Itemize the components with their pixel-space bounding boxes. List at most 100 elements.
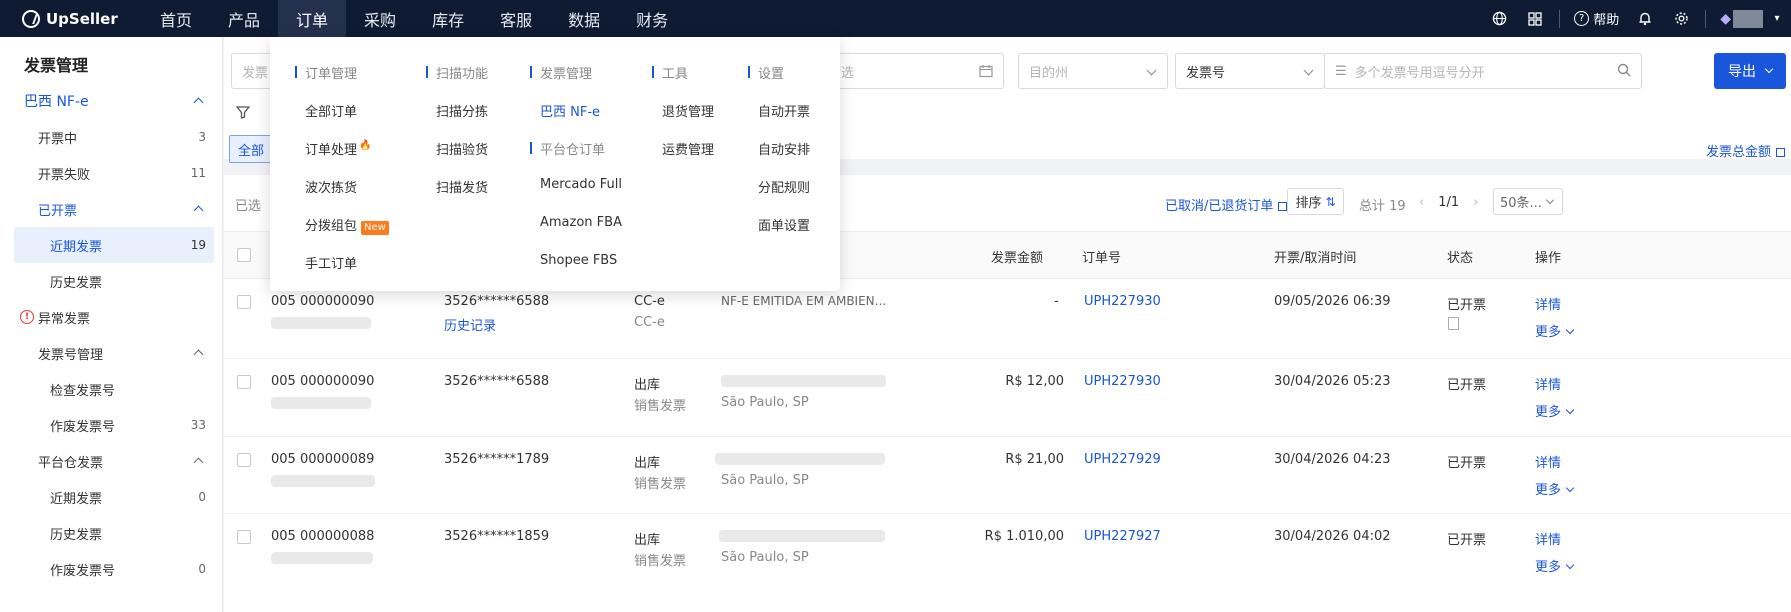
gear-icon[interactable] <box>1673 11 1689 27</box>
chevron-up-icon <box>193 97 204 108</box>
globe-icon[interactable] <box>1491 11 1507 27</box>
sidebar-item-abnormal-invoices[interactable]: ! 异常发票 <box>0 299 222 335</box>
more-dropdown[interactable]: 更多 <box>1535 479 1575 498</box>
nav-finance[interactable]: 财务 <box>618 0 686 37</box>
sidebar-item-platform-history[interactable]: 历史发票 <box>0 515 222 551</box>
search-icon[interactable] <box>1617 63 1631 81</box>
cancelled-orders-label: 已取消/已退货订单 <box>1165 199 1274 214</box>
count-badge: 0 <box>198 562 206 576</box>
history-record-link[interactable]: 历史记录 <box>444 315 496 334</box>
more-dropdown[interactable]: 更多 <box>1535 556 1575 575</box>
nav-data[interactable]: 数据 <box>550 0 618 37</box>
row-checkbox[interactable] <box>237 453 251 467</box>
next-page-icon[interactable]: › <box>1473 195 1478 210</box>
sidebar-item-issuing[interactable]: 开票中 3 <box>0 119 222 155</box>
sidebar-item-number-management[interactable]: 发票号管理 <box>0 335 222 371</box>
menu-item-manual-orders[interactable]: 手工订单 <box>305 253 357 272</box>
nav-purchase[interactable]: 采购 <box>346 0 414 37</box>
menu-item-shipping-fees[interactable]: 运费管理 <box>662 139 714 158</box>
nav-orders[interactable]: 订单 <box>278 0 347 37</box>
menu-item-allocation-rules[interactable]: 分配规则 <box>758 177 810 196</box>
bell-icon[interactable] <box>1637 11 1653 27</box>
more-dropdown[interactable]: 更多 <box>1535 401 1575 420</box>
menu-item-scan-ship[interactable]: 扫描发货 <box>436 177 488 196</box>
count-badge: 3 <box>198 130 206 144</box>
nav-customer-service[interactable]: 客服 <box>482 0 550 37</box>
sidebar-item-platform-void[interactable]: 作废发票号 0 <box>0 551 222 587</box>
menu-item-auto-invoice[interactable]: 自动开票 <box>758 101 810 120</box>
sidebar-item-label: 历史发票 <box>50 275 103 291</box>
table-row: 005 000000090 3526******6588 出库 销售发票 São… <box>224 359 1791 437</box>
document-search-icon[interactable] <box>1448 317 1459 330</box>
sidebar-item-failed[interactable]: 开票失败 11 <box>0 155 222 191</box>
menu-item-shopee-fbs[interactable]: Shopee FBS <box>540 253 617 268</box>
invoice-number: 005 000000090 <box>271 294 375 309</box>
help-button[interactable]: ? 帮助 <box>1574 9 1619 28</box>
select-all-checkbox[interactable] <box>237 248 251 262</box>
menu-item-returns[interactable]: 退货管理 <box>662 101 714 120</box>
cancelled-orders-link[interactable]: 已取消/已退货订单 <box>1165 195 1288 214</box>
tab-all-label: 全部 <box>238 143 265 159</box>
detail-link[interactable]: 详情 <box>1535 452 1561 471</box>
sidebar-item-history-invoices[interactable]: 历史发票 <box>0 263 222 299</box>
nav-divider <box>1705 9 1707 28</box>
sidebar-item-check-number[interactable]: 检查发票号 <box>0 371 222 407</box>
menu-item-scan-inspect[interactable]: 扫描验货 <box>436 139 488 158</box>
tab-all[interactable]: 全部 <box>229 135 275 163</box>
sidebar-item-void-number[interactable]: 作废发票号 33 <box>0 407 222 443</box>
chevron-down-icon <box>1303 65 1314 76</box>
menu-item-all-orders[interactable]: 全部订单 <box>305 101 357 120</box>
row-checkbox[interactable] <box>237 375 251 389</box>
row-checkbox[interactable] <box>237 530 251 544</box>
sidebar-item-platform-recent[interactable]: 近期发票 0 <box>0 479 222 515</box>
sidebar-item-recent-invoices[interactable]: 近期发票 19 <box>14 227 214 263</box>
menu-item-scan-sort[interactable]: 扫描分拣 <box>436 101 488 120</box>
sidebar-item-brazil-nfe[interactable]: 巴西 NF-e <box>0 83 222 119</box>
menu-item-amazon-fba[interactable]: Amazon FBA <box>540 215 622 230</box>
order-number-link[interactable]: UPH227929 <box>1084 452 1161 467</box>
menu-item-auto-arrange[interactable]: 自动安排 <box>758 139 810 158</box>
menu-heading-settings: 设置 <box>747 63 784 82</box>
row-checkbox[interactable] <box>237 295 251 309</box>
nav-divider <box>1559 9 1561 28</box>
apps-grid-icon[interactable] <box>1527 11 1543 27</box>
invoice-total-amount-link[interactable]: 发票总金额 <box>1706 141 1785 160</box>
destination-state-select[interactable]: 目的州 <box>1018 53 1168 89</box>
invoice-type: 出库 <box>634 533 661 548</box>
export-label: 导出 <box>1728 64 1756 80</box>
more-dropdown[interactable]: 更多 <box>1535 321 1575 340</box>
page-size-select[interactable]: 50条... <box>1493 188 1563 215</box>
invoice-type: 出库 <box>634 456 661 471</box>
nav-products[interactable]: 产品 <box>210 0 278 37</box>
chevron-down-icon[interactable]: ▾ <box>1769 11 1785 27</box>
order-number-link[interactable]: UPH227930 <box>1084 374 1161 389</box>
invoice-number: 005 000000090 <box>271 374 375 389</box>
detail-link[interactable]: 详情 <box>1535 294 1561 313</box>
nav-home[interactable]: 首页 <box>142 0 210 37</box>
sidebar-item-platform-invoices[interactable]: 平台仓发票 <box>0 443 222 479</box>
brand-logo[interactable]: UpSeller <box>0 9 142 28</box>
sort-button[interactable]: 排序 ⇅ <box>1287 188 1344 215</box>
filter-icon[interactable] <box>235 105 251 119</box>
detail-link[interactable]: 详情 <box>1535 529 1561 548</box>
menu-item-brazil-nfe[interactable]: 巴西 NF-e <box>540 101 600 120</box>
table-row: 005 000000090 3526******6588 历史记录 CC-e C… <box>224 279 1791 359</box>
avatar[interactable] <box>1733 9 1763 28</box>
menu-item-order-processing[interactable]: 订单处理 🔥 <box>305 139 371 158</box>
prev-page-icon[interactable]: ‹ <box>1419 195 1424 210</box>
export-button[interactable]: 导出 <box>1714 53 1786 89</box>
nav-inventory[interactable]: 库存 <box>414 0 482 37</box>
invoice-numbers-placeholder: 多个发票号用逗号分开 <box>1354 65 1485 81</box>
menu-item-mercado-full[interactable]: Mercado Full <box>540 177 622 192</box>
detail-link[interactable]: 详情 <box>1535 374 1561 393</box>
menu-item-wave-picking[interactable]: 波次拣货 <box>305 177 357 196</box>
invoice-amount: R$ 21,00 <box>1005 452 1064 467</box>
sidebar-item-issued[interactable]: 已开票 <box>0 191 222 227</box>
issue-time: 30/04/2026 05:23 <box>1274 374 1391 389</box>
number-type-select[interactable]: 发票号 <box>1175 53 1325 89</box>
order-number-link[interactable]: UPH227927 <box>1084 529 1161 544</box>
order-number-link[interactable]: UPH227930 <box>1084 294 1161 309</box>
menu-item-label-settings[interactable]: 面单设置 <box>758 215 810 234</box>
invoice-numbers-input[interactable]: ☰ 多个发票号用逗号分开 <box>1324 53 1642 89</box>
menu-item-distribution-packing[interactable]: 分拨组包 New <box>305 215 389 235</box>
